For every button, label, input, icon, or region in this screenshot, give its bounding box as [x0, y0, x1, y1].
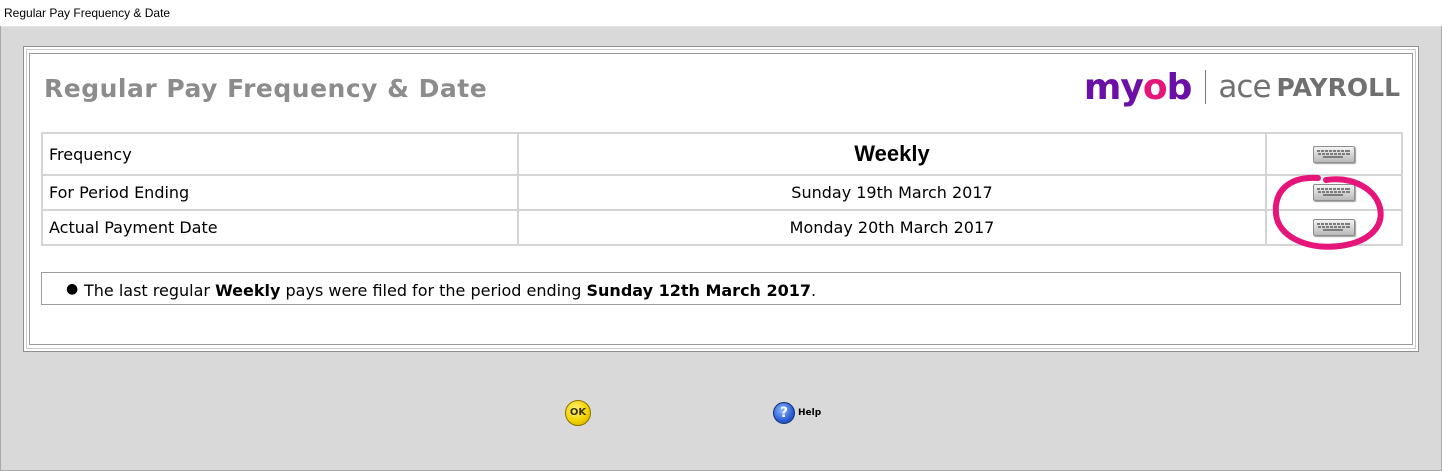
payment-date-value: Monday 20th March 2017 [517, 209, 1267, 246]
window-title: Regular Pay Frequency & Date [4, 6, 171, 20]
row-label: For Period Ending [41, 174, 519, 211]
settings-table: Frequency Weekly For Period Ending Sunda… [41, 132, 1403, 246]
bullet: ● [66, 281, 79, 297]
inner-panel: Regular Pay Frequency & Date myob ace PA… [29, 53, 1413, 345]
annotation-circle-icon [1272, 174, 1384, 250]
row-label: Actual Payment Date [41, 209, 519, 246]
table-row-frequency: Frequency Weekly [41, 132, 1403, 176]
help-icon: ? [773, 402, 795, 424]
help-label: Help [798, 408, 822, 418]
main-panel: Regular Pay Frequency & Date myob ace PA… [23, 46, 1419, 352]
window-titlebar: Regular Pay Frequency & Date [0, 0, 1442, 27]
row-label: Frequency [41, 132, 519, 176]
myob-ace-payroll-logo: myob ace PAYROLL [1084, 62, 1400, 112]
frequency-value: Weekly [517, 132, 1267, 176]
ace-logo-text: ace [1218, 69, 1271, 105]
logo-divider [1205, 70, 1207, 104]
table-row-period-ending: For Period Ending Sunday 19th March 2017 [41, 174, 1403, 211]
period-ending-value: Sunday 19th March 2017 [517, 174, 1267, 211]
last-pay-note: ● The last regular Weekly pays were file… [41, 272, 1401, 305]
ok-button[interactable]: OK [565, 400, 591, 426]
note-text: The last regular Weekly pays were filed … [84, 281, 817, 300]
payroll-logo-text: PAYROLL [1276, 72, 1400, 102]
page-title: Regular Pay Frequency & Date [44, 74, 488, 103]
frequency-cell-button [1265, 132, 1403, 176]
myob-logo-text: myob [1083, 66, 1192, 108]
help-button[interactable]: ? Help [773, 402, 821, 424]
keyboard-icon[interactable] [1313, 145, 1355, 163]
table-row-payment-date: Actual Payment Date Monday 20th March 20… [41, 209, 1403, 246]
